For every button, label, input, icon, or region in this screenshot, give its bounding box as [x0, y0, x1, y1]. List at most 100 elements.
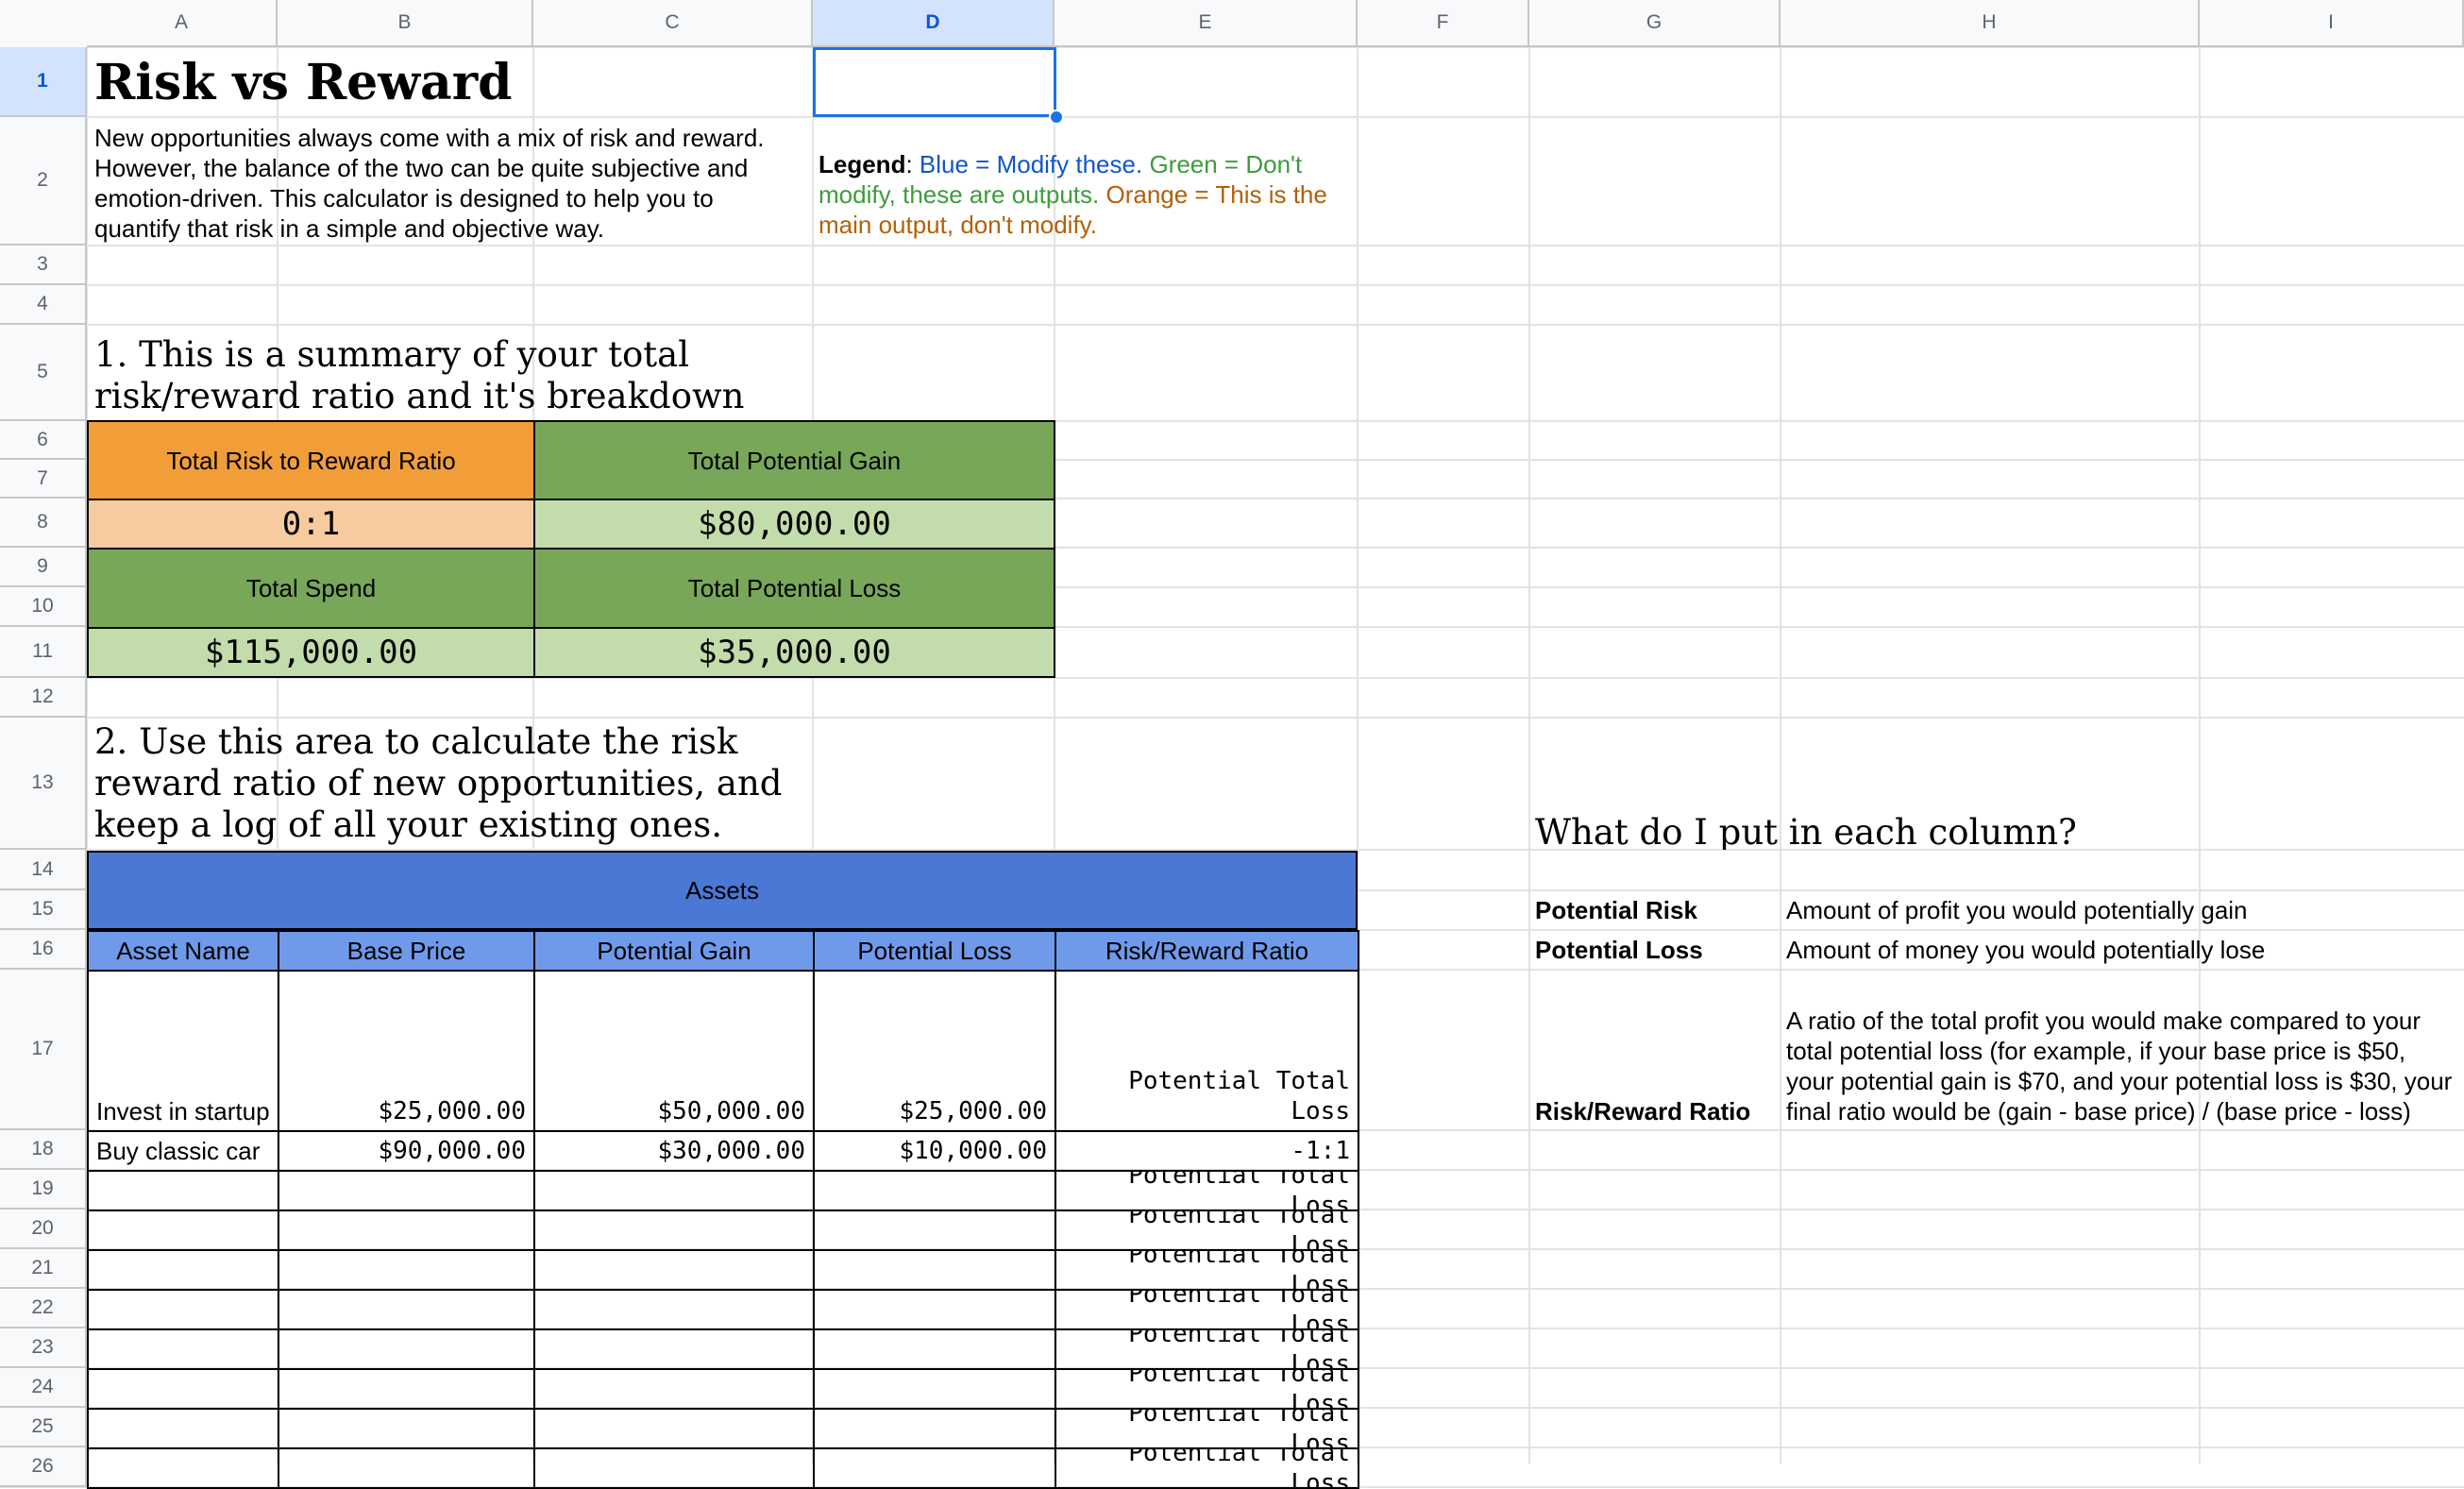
row-header-12[interactable]: 12	[0, 678, 87, 718]
asset-name-cell[interactable]	[87, 1249, 279, 1291]
asset-name-cell[interactable]	[87, 1289, 279, 1330]
legend: Legend: Blue = Modify these. Green = Don…	[813, 149, 1356, 244]
row-header-23[interactable]: 23	[0, 1328, 87, 1368]
total-loss-label: Total Potential Loss	[533, 548, 1055, 629]
potential-loss-cell[interactable]	[813, 1408, 1056, 1449]
asset-name-cell[interactable]	[87, 1447, 279, 1489]
row-header-9[interactable]: 9	[0, 548, 87, 587]
row-header-3[interactable]: 3	[0, 245, 87, 285]
row-header-6[interactable]: 6	[0, 421, 87, 460]
base-price-cell[interactable]	[278, 1328, 535, 1370]
row-header-7[interactable]: 7	[0, 460, 87, 499]
row-header-17[interactable]: 17	[0, 970, 87, 1130]
asset-name-cell[interactable]	[87, 1408, 279, 1449]
gridline-row	[0, 284, 2464, 286]
column-header-b[interactable]: B	[278, 0, 533, 47]
column-header-i[interactable]: I	[2200, 0, 2464, 47]
row-header-1[interactable]: 1	[0, 47, 87, 117]
section1-heading: 1. This is a summary of your total risk/…	[94, 334, 745, 416]
row-header-25[interactable]: 25	[0, 1408, 87, 1447]
potential-gain-cell[interactable]: $30,000.00	[533, 1130, 815, 1172]
potential-loss-cell[interactable]: $25,000.00	[813, 970, 1056, 1132]
potential-gain-cell[interactable]: $50,000.00	[533, 970, 815, 1132]
column-header-f[interactable]: F	[1358, 0, 1529, 47]
base-price-cell[interactable]	[278, 1289, 535, 1330]
total-spend-value: $115,000.00	[87, 627, 535, 678]
risk-reward-ratio-cell: Potential Total Loss	[1055, 1408, 1359, 1449]
row-header-20[interactable]: 20	[0, 1210, 87, 1249]
potential-loss-cell[interactable]: $10,000.00	[813, 1130, 1056, 1172]
select-all-corner[interactable]	[0, 0, 87, 47]
potential-loss-cell[interactable]	[813, 1289, 1056, 1330]
base-price-cell[interactable]	[278, 1408, 535, 1449]
potential-gain-cell[interactable]	[533, 1368, 815, 1410]
risk-reward-ratio-cell: Potential Total Loss	[1055, 1368, 1359, 1410]
potential-loss-cell[interactable]	[813, 1447, 1056, 1489]
row-header-22[interactable]: 22	[0, 1289, 87, 1328]
base-price-cell[interactable]: $90,000.00	[278, 1130, 535, 1172]
column-header-h[interactable]: H	[1780, 0, 2200, 47]
total-gain-label: Total Potential Gain	[533, 420, 1055, 500]
potential-gain-cell[interactable]	[533, 1328, 815, 1370]
potential-gain-cell[interactable]	[533, 1249, 815, 1291]
potential-gain-cell[interactable]	[533, 1289, 815, 1330]
risk-reward-ratio-cell: Potential Total Loss	[1055, 1170, 1359, 1211]
help-desc-potential-risk: Amount of profit you would potentially g…	[1786, 896, 2248, 924]
base-price-cell[interactable]: $25,000.00	[278, 970, 535, 1132]
column-header-g[interactable]: G	[1529, 0, 1780, 47]
row-header-16[interactable]: 16	[0, 930, 87, 970]
asset-name-cell[interactable]	[87, 1368, 279, 1410]
asset-name-cell[interactable]	[87, 1170, 279, 1211]
row-header-11[interactable]: 11	[0, 627, 87, 678]
intro-text: New opportunities always come with a mix…	[94, 124, 765, 243]
row-header-24[interactable]: 24	[0, 1368, 87, 1408]
column-header-e[interactable]: E	[1055, 0, 1358, 47]
column-header-c[interactable]: C	[533, 0, 813, 47]
help-term-risk-reward-ratio: Risk/Reward Ratio	[1535, 1097, 1751, 1125]
assets-header-base-price: Base Price	[278, 930, 535, 972]
row-header-13[interactable]: 13	[0, 718, 87, 850]
fill-handle[interactable]	[1049, 110, 1064, 125]
potential-gain-cell[interactable]	[533, 1447, 815, 1489]
row-header-26[interactable]: 26	[0, 1447, 87, 1487]
base-price-cell[interactable]	[278, 1447, 535, 1489]
base-price-cell[interactable]	[278, 1170, 535, 1211]
help-heading: What do I put in each column?	[1535, 812, 2077, 850]
page-title: Risk vs Reward	[94, 54, 513, 111]
row-header-4[interactable]: 4	[0, 285, 87, 325]
base-price-cell[interactable]	[278, 1210, 535, 1251]
base-price-cell[interactable]	[278, 1368, 535, 1410]
row-header-15[interactable]: 15	[0, 890, 87, 930]
potential-loss-cell[interactable]	[813, 1210, 1056, 1251]
base-price-cell[interactable]	[278, 1249, 535, 1291]
total-spend-label: Total Spend	[87, 548, 535, 629]
assets-header-asset-name: Asset Name	[87, 930, 279, 972]
selected-cell-d1[interactable]	[813, 47, 1056, 117]
potential-loss-cell[interactable]	[813, 1368, 1056, 1410]
asset-name-cell[interactable]	[87, 1328, 279, 1370]
row-header-5[interactable]: 5	[0, 325, 87, 421]
gridline-col	[2199, 0, 2201, 1464]
column-header-a[interactable]: A	[87, 0, 278, 47]
risk-reward-ratio-cell: -1:1	[1055, 1130, 1359, 1172]
legend-blue: Blue = Modify these.	[919, 150, 1143, 178]
column-header-d[interactable]: D	[813, 0, 1055, 47]
potential-gain-cell[interactable]	[533, 1170, 815, 1211]
row-header-10[interactable]: 10	[0, 587, 87, 627]
potential-loss-cell[interactable]	[813, 1170, 1056, 1211]
row-header-2[interactable]: 2	[0, 117, 87, 245]
row-header-14[interactable]: 14	[0, 850, 87, 890]
asset-name-cell[interactable]: Buy classic car	[87, 1130, 279, 1172]
row-header-8[interactable]: 8	[0, 499, 87, 548]
row-header-19[interactable]: 19	[0, 1170, 87, 1210]
asset-name-cell[interactable]: Invest in startup	[87, 970, 279, 1132]
row-header-21[interactable]: 21	[0, 1249, 87, 1289]
asset-name-cell[interactable]	[87, 1210, 279, 1251]
potential-gain-cell[interactable]	[533, 1210, 815, 1251]
potential-loss-cell[interactable]	[813, 1249, 1056, 1291]
gridline-col	[1780, 0, 1781, 1464]
row-header-18[interactable]: 18	[0, 1130, 87, 1170]
potential-gain-cell[interactable]	[533, 1408, 815, 1449]
potential-loss-cell[interactable]	[813, 1328, 1056, 1370]
legend-sep: :	[905, 150, 920, 178]
